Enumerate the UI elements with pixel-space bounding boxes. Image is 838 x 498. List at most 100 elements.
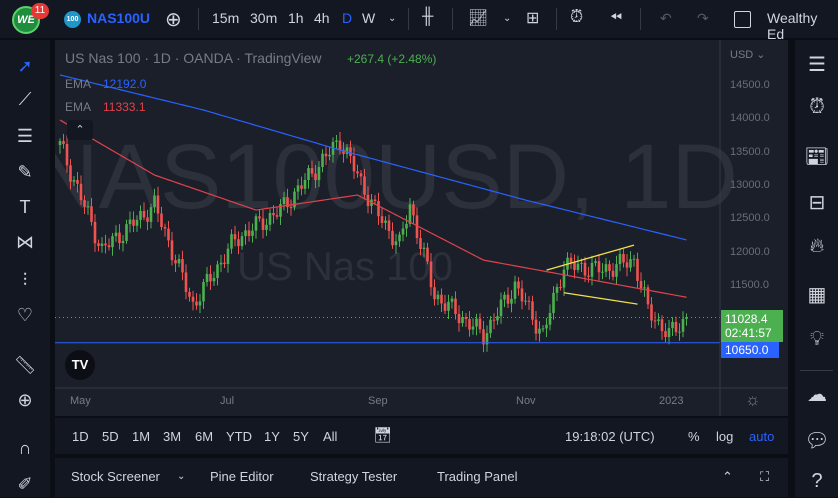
fib-icon[interactable]: ☰ — [13, 126, 37, 150]
candle-body — [254, 216, 258, 231]
messages-icon[interactable]: 💬︎ — [803, 428, 831, 456]
utc-clock[interactable]: 19:18:02 (UTC) — [565, 429, 655, 444]
auto-toggle[interactable]: auto — [749, 429, 774, 444]
divider — [452, 8, 453, 30]
goto-date-icon[interactable]: 📅︎ — [373, 426, 392, 444]
layout-icon[interactable]: ⊞ — [526, 8, 539, 28]
percent-toggle[interactable]: % — [688, 429, 700, 444]
candle-body — [639, 280, 643, 289]
candle-body — [597, 261, 601, 273]
candle-body — [629, 259, 632, 268]
timeframe-15m[interactable]: 15m — [212, 10, 239, 26]
range-5d[interactable]: 5D — [102, 429, 119, 444]
alarm-clock-icon[interactable]: ⏰︎ — [803, 96, 831, 124]
prediction-icon[interactable]: ⫶ — [13, 270, 37, 294]
lock-drawing-icon[interactable]: ✐ — [13, 474, 37, 498]
price-chart[interactable]: NAS100USD, 1D US Nas 100 — [55, 40, 788, 416]
candle-body — [534, 319, 538, 334]
collapse-panel-icon[interactable]: ⌃ — [722, 469, 733, 485]
candle-body — [594, 261, 597, 263]
tradingview-logo[interactable]: TV — [65, 350, 95, 380]
range-all[interactable]: All — [323, 429, 337, 444]
candle-body — [450, 298, 454, 302]
range-1y[interactable]: 1Y — [264, 429, 280, 444]
chart-settings-icon[interactable]: ☼ — [745, 390, 761, 410]
candle-body — [587, 275, 590, 277]
candle-body — [552, 292, 555, 314]
candle-body — [422, 247, 426, 249]
log-toggle[interactable]: log — [716, 429, 733, 444]
chevron-down-icon[interactable]: ⌄ — [177, 471, 185, 482]
candle-body — [419, 238, 422, 249]
trendline[interactable] — [563, 292, 638, 305]
text-icon[interactable]: T — [13, 197, 37, 221]
last-price-label: 11028.4 02:41:57 — [721, 310, 783, 342]
tab-pine-editor[interactable]: Pine Editor — [210, 469, 274, 484]
chevron-down-icon[interactable]: ⌄ — [503, 13, 511, 24]
maximize-panel-icon[interactable]: ⛶ — [760, 469, 769, 485]
timeframe-30m[interactable]: 30m — [250, 10, 277, 26]
bar-countdown: 02:41:57 — [725, 326, 772, 340]
hotlist-fire-icon[interactable]: 🔥︎ — [803, 235, 831, 263]
chat-cloud-icon[interactable]: ☁ — [803, 382, 831, 410]
magnet-icon[interactable]: ∩ — [13, 438, 37, 462]
range-1m[interactable]: 1M — [132, 429, 150, 444]
alert-icon[interactable]: ⏰︎ — [570, 7, 583, 27]
range-3m[interactable]: 3M — [163, 429, 181, 444]
favorites-heart-icon[interactable]: ♡ — [13, 305, 37, 329]
candle-body — [573, 262, 576, 270]
collapse-legend-button[interactable]: ⌃ — [67, 120, 93, 140]
symbol-search[interactable]: NAS100U — [87, 10, 150, 26]
layout-name[interactable]: Wealthy Ed — [767, 10, 838, 42]
pattern-icon[interactable]: ⋈ — [13, 232, 37, 256]
help-icon[interactable]: ? — [803, 470, 831, 498]
candles-icon[interactable]: ╫ — [422, 8, 433, 26]
brush-icon[interactable]: ✎ — [13, 162, 37, 186]
undo-icon[interactable]: ↶ — [660, 10, 672, 27]
range-ytd[interactable]: YTD — [226, 429, 252, 444]
candle-body — [58, 141, 62, 146]
candle-body — [268, 213, 272, 225]
time-label-may: May — [70, 395, 91, 407]
candle-body — [345, 147, 349, 154]
range-6m[interactable]: 6M — [195, 429, 213, 444]
indicators-icon[interactable]: 📈︎ — [468, 8, 488, 28]
ema-label: EMA — [65, 77, 92, 91]
candle-body — [496, 316, 499, 321]
candle-body — [475, 318, 478, 327]
candle-body — [615, 264, 618, 277]
compare-plus-icon[interactable]: ⊕ — [165, 7, 182, 32]
timeframe-w[interactable]: W — [362, 10, 375, 26]
timeframe-4h[interactable]: 4h — [314, 10, 330, 26]
watchlist-icon[interactable]: ☰ — [803, 52, 831, 80]
zoom-icon[interactable]: ⊕ — [13, 390, 37, 414]
candle-body — [636, 258, 639, 281]
ruler-icon[interactable]: 📏︎ — [13, 355, 37, 379]
candle-body — [296, 185, 300, 192]
candle-body — [188, 292, 191, 297]
candle-body — [671, 321, 674, 329]
calendar-icon[interactable]: ▦ — [803, 282, 831, 310]
news-icon[interactable]: 📰︎ — [803, 144, 831, 172]
candle-body — [86, 206, 90, 208]
range-1d[interactable]: 1D — [72, 429, 89, 444]
redo-icon[interactable]: ↷ — [697, 10, 709, 27]
tab-strategy-tester[interactable]: Strategy Tester — [310, 469, 397, 484]
fullscreen-checkbox-icon[interactable] — [734, 11, 751, 28]
ideas-lightbulb-icon[interactable]: 💡︎ — [803, 328, 831, 356]
range-5y[interactable]: 5Y — [293, 429, 309, 444]
candle-body — [541, 328, 545, 330]
currency-selector[interactable]: USD ⌄ — [730, 48, 766, 61]
candle-body — [65, 144, 69, 166]
tab-trading-panel[interactable]: Trading Panel — [437, 469, 517, 484]
cursor-icon[interactable]: ➚ — [13, 56, 37, 80]
chart-panel[interactable]: NAS100USD, 1D US Nas 100 US Nas 100 · 1D… — [55, 40, 788, 416]
candle-body — [142, 210, 146, 218]
tab-stock-screener[interactable]: Stock Screener — [71, 469, 160, 484]
trendline-icon[interactable]: ⟋ — [13, 89, 37, 113]
timeframe-1h[interactable]: 1h — [288, 10, 304, 26]
chevron-down-icon[interactable]: ⌄ — [388, 13, 396, 24]
replay-icon[interactable]: ⏪︎ — [610, 9, 622, 26]
timeframe-d[interactable]: D — [342, 10, 352, 26]
add-note-icon[interactable]: ⊟ — [803, 190, 831, 218]
